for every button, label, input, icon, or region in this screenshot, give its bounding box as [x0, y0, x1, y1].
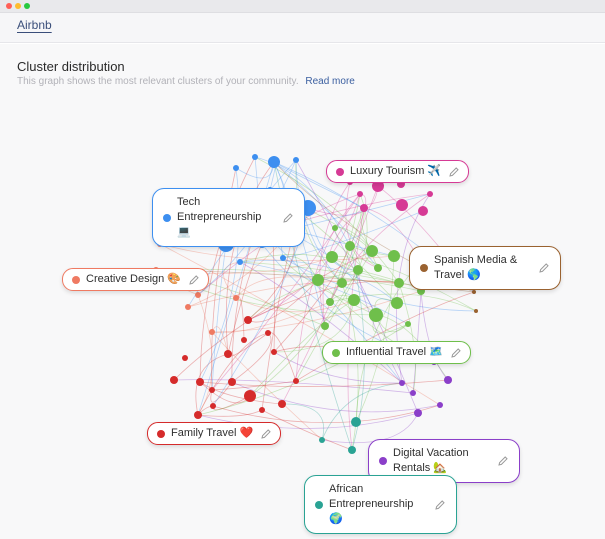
graph-node-family[interactable] [210, 403, 216, 409]
cluster-label-creative[interactable]: Creative Design 🎨 [62, 268, 210, 291]
cluster-color-dot [379, 457, 387, 465]
graph-node-african[interactable] [351, 417, 361, 427]
graph-node-luxury[interactable] [427, 191, 433, 197]
pencil-icon[interactable] [497, 455, 509, 467]
pencil-icon[interactable] [448, 166, 460, 178]
graph-node-digital[interactable] [414, 409, 422, 417]
graph-node-family[interactable] [293, 378, 299, 384]
graph-node-influential[interactable] [337, 278, 347, 288]
cluster-label-influential[interactable]: Influential Travel 🗺️ [322, 341, 471, 364]
cluster-color-dot [72, 275, 80, 284]
graph-node-influential[interactable] [353, 265, 363, 275]
cluster-label-text: Digital Vacation Rentals 🏡 [393, 447, 469, 474]
graph-node-influential[interactable] [326, 298, 334, 306]
graph-node-family[interactable] [228, 378, 236, 386]
graph-node-luxury[interactable] [418, 206, 428, 216]
graph-node-creative[interactable] [185, 304, 191, 310]
graph-node-spanish[interactable] [472, 290, 476, 294]
cluster-label-tech[interactable]: Tech Entrepreneurship 💻 [152, 188, 305, 247]
graph-node-tech[interactable] [237, 259, 243, 265]
graph-node-family[interactable] [244, 316, 252, 324]
graph-node-influential[interactable] [366, 245, 378, 257]
graph-node-family[interactable] [194, 411, 202, 419]
graph-node-digital[interactable] [399, 380, 405, 386]
graph-edge [227, 332, 269, 357]
graph-node-tech[interactable] [293, 157, 299, 163]
cluster-color-dot [336, 167, 344, 176]
cluster-label-african[interactable]: African Entrepreneurship 🌍 [304, 475, 457, 534]
graph-node-family[interactable] [265, 330, 271, 336]
graph-node-influential[interactable] [326, 251, 338, 263]
graph-node-family[interactable] [182, 355, 188, 361]
cluster-label-text: Luxury Tourism ✈️ [350, 165, 442, 177]
cluster-label-text: Creative Design 🎨 [86, 273, 182, 285]
cluster-label-text: Family Travel ❤️ [171, 427, 254, 439]
graph-node-digital[interactable] [410, 390, 416, 396]
graph-node-tech[interactable] [233, 165, 239, 171]
graph-edge [199, 379, 449, 387]
graph-node-creative[interactable] [195, 292, 201, 298]
pencil-icon[interactable] [188, 274, 200, 286]
cluster-color-dot [315, 500, 323, 509]
graph-node-influential[interactable] [348, 294, 360, 306]
pencil-icon[interactable] [282, 212, 294, 224]
graph-node-spanish[interactable] [474, 309, 478, 313]
graph-node-family[interactable] [196, 378, 204, 386]
graph-edge [212, 404, 441, 424]
cluster-color-dot [332, 348, 340, 357]
graph-node-influential[interactable] [391, 297, 403, 309]
graph-node-influential[interactable] [312, 274, 324, 286]
graph-node-influential[interactable] [369, 308, 383, 322]
graph-node-creative[interactable] [233, 295, 239, 301]
cluster-label-family[interactable]: Family Travel ❤️ [147, 422, 282, 445]
graph-node-influential[interactable] [405, 321, 411, 327]
cluster-label-text: Influential Travel 🗺️ [346, 346, 443, 358]
graph-node-family[interactable] [224, 350, 232, 358]
graph-node-family[interactable] [278, 400, 286, 408]
cluster-label-text: Tech Entrepreneurship 💻 [177, 196, 262, 238]
graph-edge [231, 332, 272, 383]
graph-node-luxury[interactable] [396, 199, 408, 211]
pencil-icon[interactable] [538, 262, 550, 274]
graph-node-influential[interactable] [321, 322, 329, 330]
graph-node-family[interactable] [170, 376, 178, 384]
graph-node-african[interactable] [319, 437, 325, 443]
graph-node-family[interactable] [241, 337, 247, 343]
graph-node-tech[interactable] [268, 156, 280, 168]
graph-node-influential[interactable] [388, 250, 400, 262]
graph-node-influential[interactable] [394, 278, 404, 288]
graph-node-luxury[interactable] [360, 204, 368, 212]
graph-node-influential[interactable] [345, 241, 355, 251]
pencil-icon[interactable] [434, 499, 446, 511]
graph-edge [420, 290, 449, 381]
graph-node-family[interactable] [259, 407, 265, 413]
pencil-icon[interactable] [260, 428, 272, 440]
graph-node-digital[interactable] [444, 376, 452, 384]
cluster-color-dot [163, 213, 171, 222]
cluster-label-text: Spanish Media & Travel 🌎 [434, 254, 518, 281]
cluster-label-text: African Entrepreneurship 🌍 [329, 483, 414, 525]
graph-node-african[interactable] [348, 446, 356, 454]
graph-node-tech[interactable] [280, 255, 286, 261]
graph-node-tech[interactable] [252, 154, 258, 160]
graph-node-luxury[interactable] [357, 191, 363, 197]
cluster-color-dot [420, 264, 428, 272]
cluster-label-luxury[interactable]: Luxury Tourism ✈️ [326, 160, 470, 183]
graph-node-influential[interactable] [374, 264, 382, 272]
graph-node-creative[interactable] [209, 329, 215, 335]
cluster-color-dot [157, 429, 165, 438]
graph-node-digital[interactable] [437, 402, 443, 408]
pencil-icon[interactable] [450, 347, 462, 359]
graph-node-family[interactable] [209, 387, 215, 393]
graph-node-family[interactable] [244, 390, 256, 402]
cluster-label-spanish[interactable]: Spanish Media & Travel 🌎 [409, 246, 561, 290]
graph-node-family[interactable] [271, 349, 277, 355]
graph-node-influential[interactable] [332, 225, 338, 231]
